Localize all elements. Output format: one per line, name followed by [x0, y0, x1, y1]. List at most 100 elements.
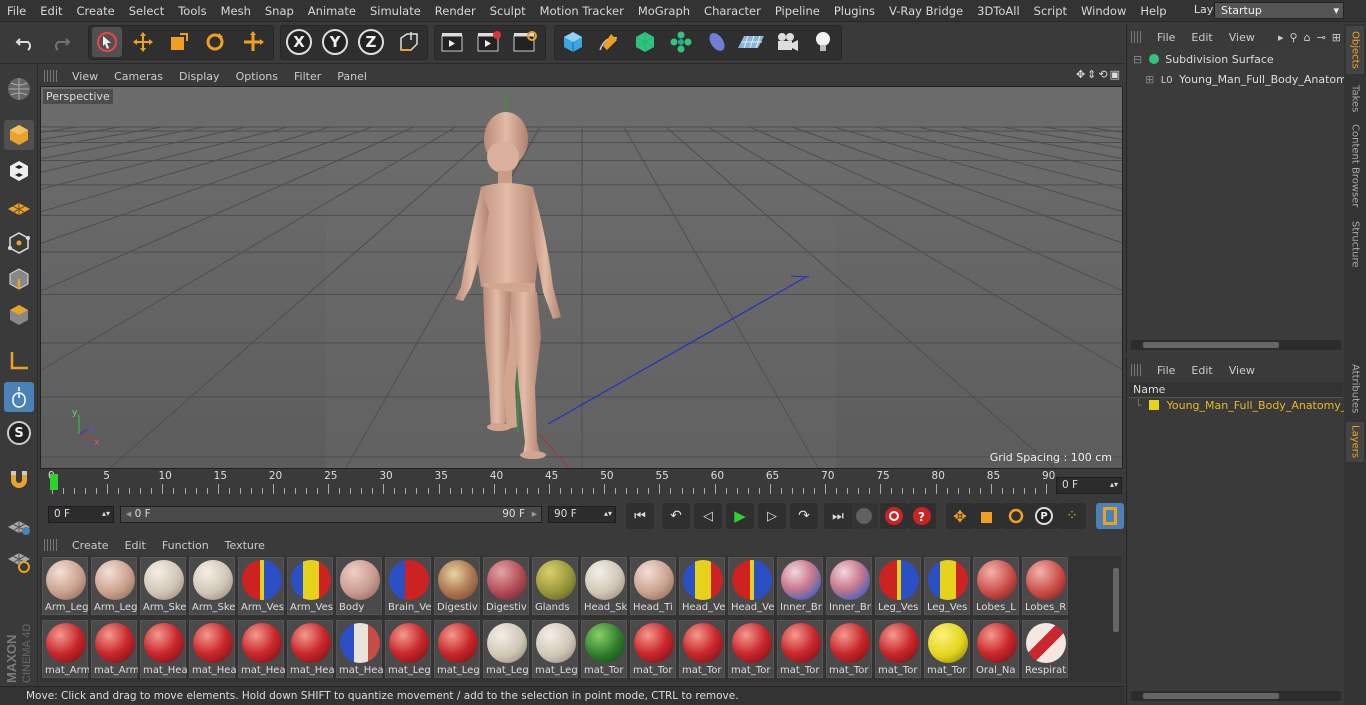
snap-settings-button[interactable]: S [4, 418, 34, 448]
object-menu-view[interactable]: View [1221, 31, 1263, 44]
material-swatch[interactable]: Arm_Leg [42, 557, 88, 615]
menu-mesh[interactable]: Mesh [214, 4, 258, 18]
points-mode-button[interactable] [4, 228, 34, 258]
material-swatch[interactable]: Glands [532, 557, 578, 615]
key-position-button[interactable]: ✥ [946, 503, 974, 529]
material-swatch[interactable]: mat_Hea [238, 620, 285, 678]
dolly-view-icon[interactable]: ⇕ [1087, 68, 1096, 81]
tab-layers[interactable]: Layers [1346, 422, 1364, 462]
new-view-icon[interactable]: ⊞ [1332, 31, 1341, 44]
make-editable-button[interactable] [4, 74, 34, 104]
pen-spline-button[interactable] [594, 27, 624, 57]
key-rotation-button[interactable] [1002, 503, 1030, 529]
material-swatch[interactable]: mat_Tor [826, 620, 872, 678]
go-to-end-button[interactable]: ⏭ [824, 503, 852, 529]
floor-object-button[interactable] [736, 27, 766, 57]
viewport-menu-panel[interactable]: Panel [329, 70, 375, 83]
layer-menu-edit[interactable]: Edit [1183, 364, 1220, 377]
material-swatch[interactable]: mat_Arm [42, 620, 89, 678]
material-swatch[interactable]: mat_Hea [336, 620, 383, 678]
record-keys-disabled-button[interactable] [850, 503, 878, 529]
timeline-ruler[interactable]: 051015202530354045505560657075808590 0 F… [40, 470, 1124, 500]
material-swatch[interactable]: Head_Ve [679, 557, 725, 615]
material-swatch[interactable]: mat_Hea [140, 620, 187, 678]
material-swatch[interactable]: Arm_Leg [91, 557, 137, 615]
material-swatch[interactable]: mat_Tor [875, 620, 921, 678]
maximize-view-icon[interactable]: ▣ [1110, 68, 1120, 81]
pan-view-icon[interactable]: ✥ [1076, 68, 1085, 81]
play-button[interactable]: ▶ [726, 503, 754, 529]
material-swatch[interactable]: mat_Tor [679, 620, 725, 678]
menu-mograph[interactable]: MoGraph [631, 4, 697, 18]
material-menu-create[interactable]: Create [64, 539, 117, 552]
lock-y-button[interactable]: Y [320, 27, 350, 57]
material-swatch[interactable]: mat_Leg [483, 620, 529, 678]
collapse-icon[interactable]: ⊟ [1133, 53, 1142, 66]
material-swatch[interactable]: mat_Tor [924, 620, 970, 678]
tab-structure[interactable]: Structure [1346, 216, 1364, 272]
workplane-mode-button[interactable] [4, 192, 34, 222]
render-view-button[interactable] [438, 27, 468, 57]
previous-key-button[interactable]: ↶ [662, 503, 690, 529]
material-swatch[interactable]: mat_Hea [287, 620, 334, 678]
material-swatch[interactable]: Digestiv [483, 557, 529, 615]
workplane-grid-button[interactable] [4, 510, 34, 540]
material-swatch[interactable]: Brain_Ve [385, 557, 431, 615]
menu-simulate[interactable]: Simulate [363, 4, 428, 18]
menu-render[interactable]: Render [428, 4, 483, 18]
tab-objects[interactable]: Objects [1346, 26, 1364, 74]
previous-frame-button[interactable]: ◁ [694, 503, 722, 529]
key-point-level-button[interactable]: ⁘ [1058, 503, 1086, 529]
start-frame-field[interactable]: 0 F ▴▾ [48, 506, 114, 523]
home-icon[interactable]: ⌂ [1304, 31, 1311, 44]
material-swatch[interactable]: Head_Ti [630, 557, 676, 615]
expand-icon[interactable]: ⊞ [1145, 73, 1154, 86]
menu-script[interactable]: Script [1027, 4, 1074, 18]
range-left-arrow-icon[interactable]: ◂ [126, 508, 131, 520]
model-mode-button[interactable] [4, 120, 34, 150]
cloner-button[interactable] [666, 27, 696, 57]
material-scrollbar[interactable] [1110, 556, 1122, 682]
viewport-menu-filter[interactable]: Filter [286, 70, 329, 83]
redo-button[interactable] [46, 27, 76, 57]
next-frame-button[interactable]: ▷ [758, 503, 786, 529]
material-swatch[interactable]: Arm_Ske [140, 557, 186, 615]
transform-tool-button[interactable] [238, 27, 268, 57]
material-swatch[interactable]: Inner_Br [826, 557, 872, 615]
menu-sculpt[interactable]: Sculpt [483, 4, 533, 18]
axis-mode-button[interactable] [4, 346, 34, 376]
material-swatch[interactable]: mat_Hea [189, 620, 236, 678]
material-swatch[interactable]: mat_Leg [385, 620, 431, 678]
object-menu-file[interactable]: File [1149, 31, 1183, 44]
layer-menu-view[interactable]: View [1221, 364, 1263, 377]
subdivision-surface-button[interactable] [630, 27, 660, 57]
layer-menu-file[interactable]: File [1149, 364, 1183, 377]
next-key-button[interactable]: ↷ [790, 503, 818, 529]
tab-attributes[interactable]: Attributes [1346, 360, 1364, 418]
key-parameter-button[interactable]: P [1030, 503, 1058, 529]
material-swatch[interactable]: Inner_Br [777, 557, 823, 615]
select-tool-button[interactable] [92, 27, 122, 57]
range-right-arrow-icon[interactable]: ▸ [532, 507, 537, 522]
material-swatch[interactable]: Arm_Ves [238, 557, 284, 615]
menu-character[interactable]: Character [697, 4, 768, 18]
material-menu-texture[interactable]: Texture [217, 539, 273, 552]
go-to-start-button[interactable]: ⏮ [626, 503, 654, 529]
coordinate-system-button[interactable] [394, 27, 424, 57]
material-swatch[interactable]: Head_Sk [581, 557, 627, 615]
render-settings-button[interactable] [510, 27, 540, 57]
menu-tools[interactable]: Tools [171, 4, 213, 18]
material-swatch[interactable]: Leg_Ves [875, 557, 921, 615]
material-swatch[interactable]: Body [336, 557, 382, 615]
scale-tool-button[interactable] [164, 27, 194, 57]
material-menu-edit[interactable]: Edit [117, 539, 154, 552]
menu-select[interactable]: Select [122, 4, 171, 18]
rotate-tool-button[interactable] [200, 27, 230, 57]
viewport-menu-display[interactable]: Display [171, 70, 228, 83]
light-object-button[interactable] [808, 27, 838, 57]
menu-window[interactable]: Window [1074, 4, 1133, 18]
lock-x-button[interactable]: X [284, 27, 314, 57]
material-swatch[interactable]: Arm_Ske [189, 557, 235, 615]
layer-row[interactable]: └ Young_Man_Full_Body_Anatomy_M [1135, 397, 1356, 415]
magnet-icon[interactable] [4, 464, 34, 494]
